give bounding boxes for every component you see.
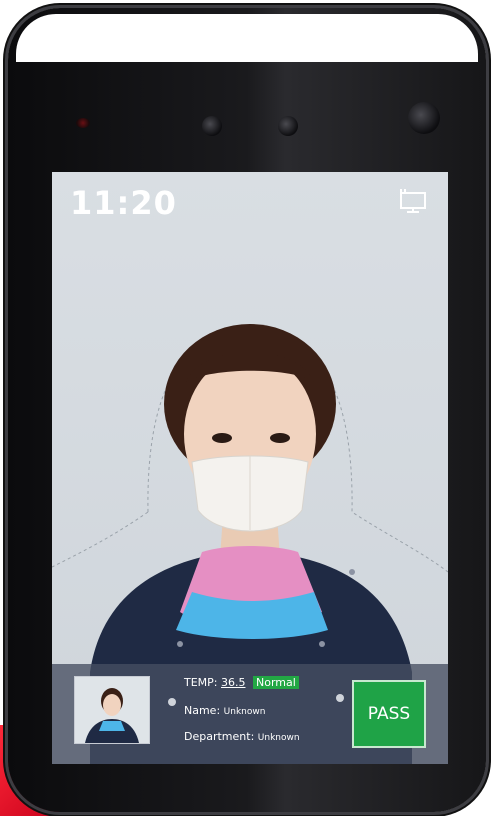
temp-label: TEMP: [184, 676, 218, 689]
name-value: Unknown [223, 707, 266, 717]
temperature-line: TEMP: 36.5 Normal [184, 676, 299, 689]
camera-lens-icon [202, 116, 222, 136]
department-label: Department: [184, 730, 255, 743]
separator-dot [336, 694, 344, 702]
temp-value: 36.5 [221, 676, 246, 689]
department-value: Unknown [257, 733, 300, 743]
pass-status-button: PASS [352, 680, 426, 748]
camera-lens-icon [278, 116, 298, 136]
captured-photo-thumbnail [74, 676, 150, 744]
main-camera-icon [408, 102, 440, 134]
name-label: Name: [184, 704, 221, 717]
ir-sensor [76, 118, 90, 128]
temp-status-badge: Normal [253, 676, 299, 689]
device-top-cap [16, 14, 478, 62]
separator-dot [168, 698, 176, 706]
display-screen: 11:20 TEMP: 36.5 Normal Name: Unknown De… [52, 172, 448, 764]
recognition-info-panel: TEMP: 36.5 Normal Name: Unknown Departme… [52, 664, 448, 764]
name-line: Name: Unknown [184, 704, 265, 717]
department-line: Department: Unknown [184, 730, 300, 743]
